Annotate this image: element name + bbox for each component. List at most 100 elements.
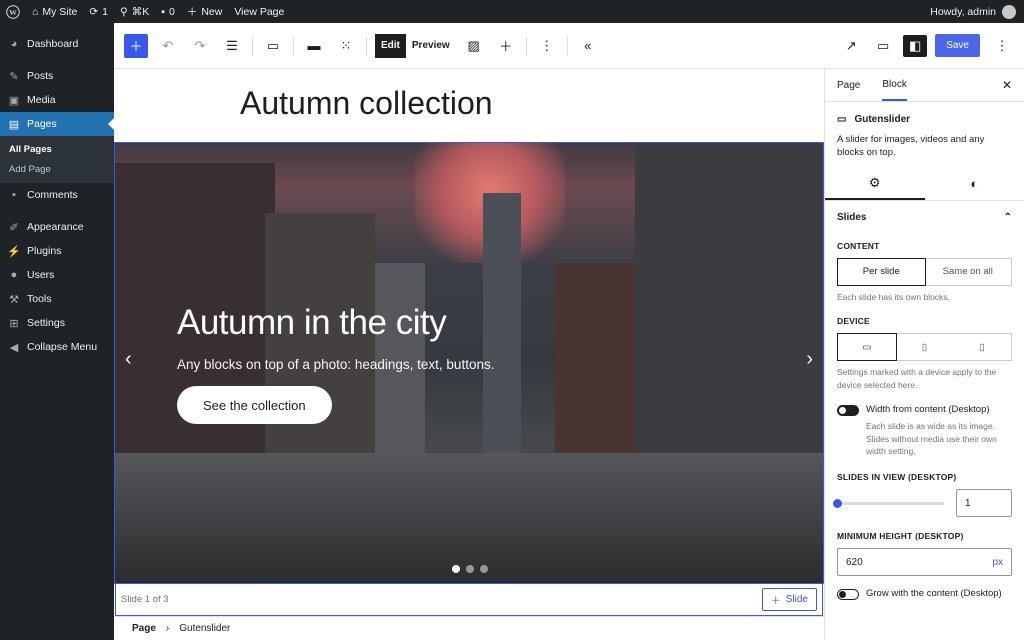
page-title[interactable]: Autumn collection [240, 85, 493, 122]
media-icon: ▣ [8, 94, 20, 107]
redo-button[interactable]: ↷ [188, 34, 212, 58]
refresh-icon: ⟳ [89, 5, 99, 18]
slides-in-view-slider[interactable] [833, 498, 944, 508]
sidebar-item-collapse[interactable]: ◀ Collapse Menu [0, 335, 114, 359]
collapse-toolbar-button[interactable]: « [576, 34, 600, 58]
sidebar-item-posts[interactable]: ✎ Posts [0, 64, 114, 88]
tab-styles[interactable]: ◐ [925, 168, 1024, 200]
sidebar-item-plugins[interactable]: ⚡ Plugins [0, 239, 114, 263]
sidebar-item-comments[interactable]: ▪ Comments [0, 183, 114, 207]
site-name-link[interactable]: ⌂ My Site [26, 0, 83, 23]
min-height-input[interactable]: 620 px [837, 548, 1012, 577]
wordpress-logo-icon[interactable]: W [0, 0, 26, 23]
view-page-link[interactable]: View Page [228, 0, 290, 23]
chevron-right-icon: › [806, 348, 813, 370]
comments-link[interactable]: ▪ 0 [155, 0, 181, 23]
device-toggle: ▭ ▯ ▯ [837, 333, 1012, 362]
home-icon: ⌂ [32, 5, 39, 18]
media-button[interactable]: ▨ [462, 34, 486, 58]
chevron-left-icon: ‹ [125, 348, 132, 370]
breadcrumb-page[interactable]: Page [132, 623, 156, 634]
slider-block-icon: ▭ [837, 114, 847, 125]
comment-icon: ▪ [161, 5, 165, 18]
settings-sidebar-toggle[interactable]: ◧ [903, 34, 928, 57]
slide-cta-button[interactable]: See the collection [177, 386, 332, 424]
pagination-dot-1[interactable] [452, 565, 460, 573]
chevron-right-icon: › [165, 623, 170, 634]
next-slide-arrow[interactable]: › [806, 348, 813, 371]
tab-block[interactable]: Block [882, 69, 907, 101]
slide-content: Autumn in the city Any blocks on top of … [177, 303, 494, 424]
per-slide-option[interactable]: Per slide [837, 257, 926, 286]
save-button[interactable]: Save [935, 34, 980, 57]
grow-with-content-toggle[interactable] [837, 589, 859, 601]
tab-settings[interactable]: ⚙ [825, 168, 925, 200]
device-tablet-option[interactable]: ▯ [896, 334, 954, 360]
same-on-all-option[interactable]: Same on all [925, 259, 1012, 285]
width-from-content-toggle[interactable] [837, 404, 859, 416]
plus-icon: ＋ [129, 39, 143, 54]
undo-icon: ↶ [162, 37, 174, 53]
block-options-button[interactable]: ⋮ [535, 34, 559, 58]
device-desktop-option[interactable]: ▭ [837, 333, 897, 362]
close-panel-button[interactable]: ✕ [1002, 69, 1012, 101]
slide-heading[interactable]: Autumn in the city [177, 303, 494, 343]
add-button[interactable]: ＋ [494, 34, 518, 58]
content-label: Content [837, 240, 880, 251]
pages-submenu: All Pages Add Page [0, 136, 114, 183]
grid-button[interactable]: ⁙ [334, 34, 358, 58]
device-preview-button[interactable]: ▭ [871, 34, 895, 58]
brush-icon: ✐ [9, 221, 19, 234]
sidebar-item-settings[interactable]: ⊞ Settings [0, 311, 114, 335]
account-menu[interactable]: Howdy, admin [930, 4, 1024, 19]
slider-thumb[interactable] [833, 498, 842, 508]
updates-link[interactable]: ⟳ 1 [83, 0, 114, 23]
submenu-add-page[interactable]: Add Page [0, 159, 114, 179]
plus-icon: ＋ [499, 39, 513, 54]
gutenslider-block[interactable]: Autumn in the city Any blocks on top of … [114, 142, 824, 584]
pagination-dot-2[interactable] [466, 565, 474, 573]
sidebar-item-dashboard[interactable]: ◕ Dashboard [0, 32, 114, 56]
settings-style-tabs: ⚙ ◐ [825, 168, 1024, 201]
unit-selector[interactable]: px [992, 557, 1003, 568]
view-page-button[interactable]: ↗ [839, 34, 863, 58]
command-palette-link[interactable]: ⚲ ⌘K [114, 0, 155, 23]
block-inserter-button[interactable]: ＋ [124, 33, 148, 58]
block-card: ▭ Gutenslider A slider for images, video… [825, 102, 1024, 168]
sidebar-item-tools[interactable]: ⚒ Tools [0, 287, 114, 311]
street [115, 453, 823, 583]
options-button[interactable]: ⋮ [990, 34, 1014, 58]
tab-page[interactable]: Page [837, 69, 860, 101]
collapse-icon: ◀ [9, 341, 19, 354]
toolbar-divider [366, 35, 367, 56]
sidebar-item-users[interactable]: ● Users [0, 263, 114, 287]
prev-slide-arrow[interactable]: ‹ [125, 348, 132, 371]
dashboard-icon: ◕ [10, 38, 18, 50]
pagination-dot-3[interactable] [480, 565, 488, 573]
slide-text[interactable]: Any blocks on top of a photo: headings, … [177, 357, 494, 372]
content-mode-toggle: Per slide Same on all [837, 257, 1012, 286]
sidebar-item-appearance[interactable]: ✐ Appearance [0, 215, 114, 239]
sidebar-item-media[interactable]: ▣ Media [0, 88, 114, 112]
align-button[interactable]: ▬ [302, 34, 326, 58]
settings-icon: ⊞ [9, 317, 19, 330]
slides-in-view-input[interactable]: 1 [956, 489, 1012, 518]
preview-mode-button[interactable]: Preview [412, 40, 450, 51]
slider-block-icon: ▭ [266, 37, 280, 53]
close-icon: ✕ [1001, 78, 1012, 92]
search-icon: ⚲ [120, 5, 128, 18]
device-label: Device [837, 316, 870, 327]
slides-section-header[interactable]: Slides ⌃ [825, 201, 1024, 235]
document-overview-button[interactable]: ☰ [220, 34, 244, 58]
undo-button[interactable]: ↶ [156, 34, 180, 58]
mobile-icon: ▯ [979, 341, 985, 353]
sidebar-item-pages[interactable]: ▤ Pages [0, 112, 114, 136]
new-content-link[interactable]: ＋ New [181, 0, 229, 23]
add-slide-button[interactable]: ＋ Slide [761, 587, 817, 611]
svg-text:W: W [9, 7, 17, 16]
content-help: Each slide has its own blocks. [837, 291, 950, 302]
device-mobile-option[interactable]: ▯ [953, 334, 1011, 360]
edit-mode-button[interactable]: Edit [375, 33, 406, 58]
submenu-all-pages[interactable]: All Pages [0, 139, 114, 159]
block-type-button[interactable]: ▭ [261, 34, 285, 58]
